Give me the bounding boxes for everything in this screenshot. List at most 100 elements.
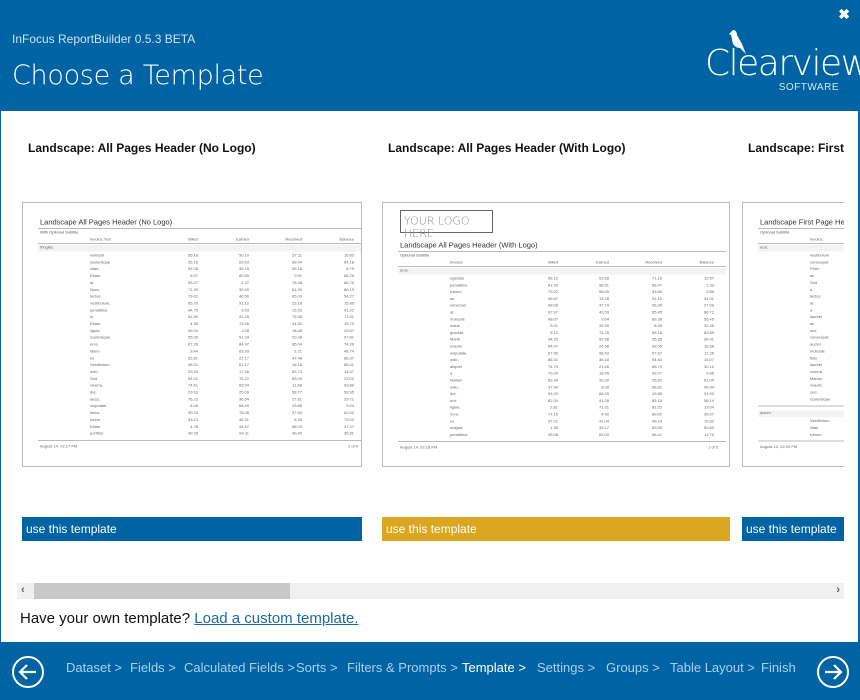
load-custom-template-link[interactable]: Load a custom template. bbox=[194, 610, 358, 627]
cell: 74.26 bbox=[343, 342, 354, 347]
use-template-button[interactable]: use this template bbox=[22, 517, 362, 541]
step-groups[interactable]: Groups > bbox=[606, 660, 660, 675]
cell: Proin bbox=[810, 266, 820, 272]
preview-row: Nullam 83.34 30.30 26.82 61.04 bbox=[398, 378, 726, 385]
cell: natus bbox=[450, 323, 460, 329]
step-dataset[interactable]: Dataset > bbox=[66, 660, 122, 675]
cell: 20.28 bbox=[291, 335, 302, 340]
cell: 74.61 bbox=[187, 383, 198, 388]
cell: 20.67 bbox=[343, 328, 354, 333]
preview-row: porttitor 40.26 64.11 40.40 35.81 bbox=[38, 431, 361, 438]
cell: 68.29 bbox=[343, 273, 354, 279]
step-calculated-fields[interactable]: Calculated Fields > bbox=[184, 660, 295, 675]
cell: 47.74 bbox=[598, 303, 609, 308]
step-template[interactable]: Template > bbox=[462, 660, 526, 675]
preview-row: tellus 30.23 78.06 37.69 62.92 bbox=[38, 410, 361, 418]
template-preview[interactable]: Landscape First Page Header Optional Subt… bbox=[742, 202, 844, 467]
cell: Etiam bbox=[90, 321, 101, 327]
footer-page: 1 of 4 bbox=[347, 443, 358, 449]
preview-row: ex 37.01 41.04 46.19 15.82 bbox=[398, 419, 726, 426]
next-button[interactable] bbox=[817, 656, 849, 688]
step-settings[interactable]: Settings > bbox=[537, 660, 595, 675]
preview-row: scelerisque 95.06 51.24 20.28 97.81 bbox=[38, 335, 361, 342]
template-label: Landscape: All Pages Header (With Logo) bbox=[388, 141, 626, 155]
back-button[interactable] bbox=[12, 656, 44, 688]
wizard-steps-bar: Dataset > Fields > Calculated Fields > Sort… bbox=[1, 642, 860, 700]
divider bbox=[38, 228, 361, 229]
template-label: Landscape: All Pages Header (No Logo) bbox=[28, 141, 256, 155]
cell: porttitor bbox=[90, 431, 104, 436]
cell: 67.56 bbox=[547, 350, 558, 356]
template-preview[interactable]: YOUR LOGO HERE Landscape All Pages Header… bbox=[382, 202, 730, 467]
preview-row: at 53.27 1.37 76.48 86.70 bbox=[38, 280, 361, 287]
cell: consequat bbox=[810, 335, 829, 340]
divider bbox=[398, 266, 726, 267]
divider bbox=[758, 228, 844, 229]
cell: vestibulum bbox=[810, 253, 830, 258]
cell: 16.18 bbox=[291, 362, 302, 368]
cell: a bbox=[450, 371, 453, 376]
preview-row: nunc 77.16 4.90 89.02 30.07 bbox=[398, 412, 726, 419]
step-table-layout[interactable]: Table Layout > bbox=[670, 660, 755, 675]
cell: Sed bbox=[90, 376, 98, 381]
step-sorts[interactable]: Sorts > bbox=[296, 660, 338, 675]
cell: 98.07 bbox=[547, 316, 558, 322]
step-fields[interactable]: Fields > bbox=[130, 660, 176, 675]
cell: ex bbox=[450, 418, 455, 424]
cell: scelerisque bbox=[90, 259, 111, 265]
scrollbar-thumb[interactable] bbox=[34, 583, 290, 599]
cell: lectus bbox=[810, 294, 821, 299]
cell: 69.63 bbox=[238, 259, 249, 265]
cell: 62.92 bbox=[343, 410, 354, 416]
cell: scelerisque bbox=[810, 396, 831, 402]
preview-row: sed, bbox=[758, 390, 844, 397]
cell: 23.63 bbox=[187, 390, 198, 395]
preview-row: scelerisque 35.18 69.63 89.04 54.18 bbox=[38, 259, 361, 267]
preview-row: ligula, 2.81 71.31 81.52 13.04 bbox=[398, 405, 726, 412]
cell: orci bbox=[810, 328, 817, 333]
step-finish[interactable]: Finish bbox=[761, 660, 796, 675]
cell: ex bbox=[90, 355, 95, 361]
column-header: Earned bbox=[236, 237, 249, 242]
cell: 77.16 bbox=[547, 412, 558, 417]
use-template-button[interactable]: use this template bbox=[382, 517, 730, 541]
cell: 19.86 bbox=[291, 403, 302, 409]
cell: 75.22 bbox=[238, 376, 249, 381]
cell: 40.26 bbox=[187, 431, 198, 436]
scroll-right-icon[interactable]: › bbox=[836, 584, 840, 596]
cell: 39.05 bbox=[651, 344, 662, 349]
divider bbox=[38, 243, 361, 244]
cell: 90.60 bbox=[703, 425, 714, 431]
cell: 46.67 bbox=[547, 296, 558, 301]
cell: 70.34 bbox=[547, 371, 558, 376]
cell: molestie bbox=[810, 348, 825, 354]
cell: 53.68 bbox=[598, 276, 609, 281]
column-header: Invoice bbox=[450, 260, 463, 265]
divider bbox=[398, 251, 726, 252]
cell: 15.85 bbox=[343, 300, 354, 306]
cell: 93.29 bbox=[547, 391, 558, 397]
horizontal-scrollbar[interactable]: ‹ › bbox=[17, 583, 844, 599]
cell: penatibus bbox=[90, 307, 108, 313]
cell: vitae bbox=[810, 425, 819, 431]
cell: 73.02 bbox=[343, 417, 354, 422]
scroll-left-icon[interactable]: ‹ bbox=[21, 584, 25, 596]
cell: libero bbox=[90, 348, 100, 354]
cell: 1.37 bbox=[241, 280, 249, 285]
template-preview[interactable]: Landscape All Pages Header (No Logo) With… bbox=[22, 202, 362, 467]
step-filters-prompts[interactable]: Filters & Prompts > bbox=[347, 660, 458, 675]
cell: 64.11 bbox=[239, 431, 249, 436]
cell: 15.82 bbox=[703, 418, 714, 424]
use-template-button[interactable]: use this template bbox=[742, 517, 844, 541]
preview-row: vulputate, 67.56 98.43 67.67 11.26 bbox=[398, 351, 726, 358]
cell: 61.93 bbox=[547, 282, 558, 288]
cell: 92.58 bbox=[598, 337, 609, 342]
cell: vulputate, bbox=[90, 403, 108, 409]
cell: 56.45 bbox=[703, 316, 714, 322]
cell: 0.89 bbox=[706, 289, 714, 295]
close-icon[interactable]: ✖ bbox=[838, 6, 850, 23]
preview-row: Etiam 4.35 79.26 44.82 15.70 bbox=[38, 321, 361, 329]
cell: odio. bbox=[90, 369, 99, 374]
footer-date: August 14, 02:20 PM bbox=[760, 444, 798, 449]
preview-row: Vestibulum bbox=[758, 419, 844, 426]
